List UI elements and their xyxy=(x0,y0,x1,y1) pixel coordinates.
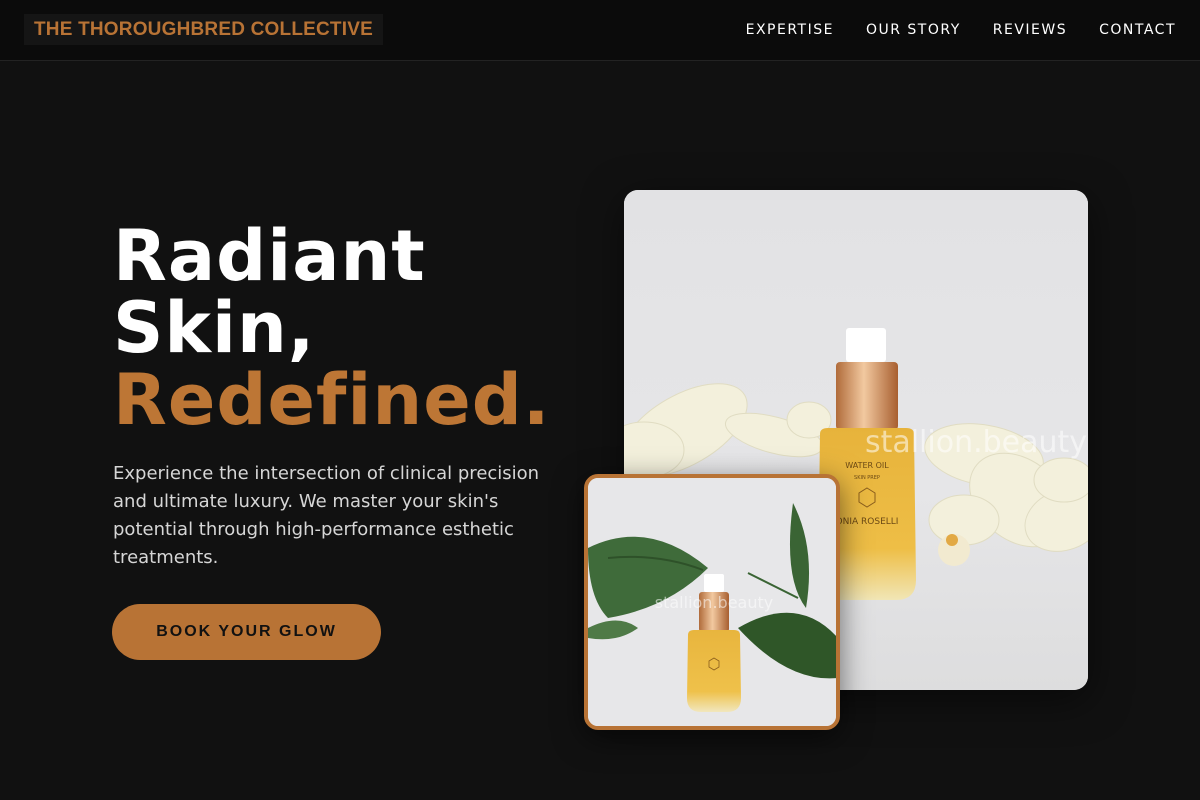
product-label-subtext: SKIN PREP xyxy=(854,475,880,481)
nav-link-our-story[interactable]: OUR STORY xyxy=(866,20,961,40)
nav-menu: EXPERTISE OUR STORY REVIEWS CONTACT xyxy=(746,20,1176,40)
secondary-product-image: stallion.beauty xyxy=(584,474,840,730)
book-your-glow-button[interactable]: BOOK YOUR GLOW xyxy=(112,604,381,660)
hero-title-accent: Redefined. xyxy=(113,359,551,441)
top-navbar: THE THOROUGHBRED COLLECTIVE EXPERTISE OU… xyxy=(0,0,1200,61)
hero-title-line1: Radiant xyxy=(113,215,426,297)
hero-description: Experience the intersection of clinical … xyxy=(113,463,540,568)
nav-link-expertise[interactable]: EXPERTISE xyxy=(746,20,834,40)
product-brand-text: ONIA ROSELLI xyxy=(836,517,899,527)
hero-title: Radiant Skin, Redefined. xyxy=(113,220,573,436)
main-image-watermark: stallion.beauty xyxy=(865,425,1087,460)
nav-link-contact[interactable]: CONTACT xyxy=(1099,20,1176,40)
product-label-text: WATER OIL xyxy=(845,461,889,470)
hero-section: Radiant Skin, Redefined. Experience the … xyxy=(113,220,573,572)
hero-title-line2: Skin, xyxy=(113,287,316,369)
nav-link-reviews[interactable]: REVIEWS xyxy=(993,20,1067,40)
secondary-image-watermark: stallion.beauty xyxy=(655,593,773,612)
brand-logo[interactable]: THE THOROUGHBRED COLLECTIVE xyxy=(24,14,383,45)
